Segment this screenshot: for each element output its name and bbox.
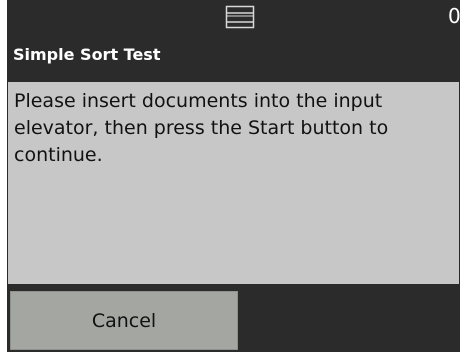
output-tray-icon [225, 5, 255, 29]
status-bar: 0 [7, 0, 461, 36]
cancel-button[interactable]: Cancel [10, 291, 238, 350]
dialog-title: Simple Sort Test [13, 45, 161, 64]
footer-bar: Cancel [7, 284, 460, 352]
document-counter: 0 [448, 4, 461, 28]
screen: 0 Simple Sort Test Please insert documen… [0, 0, 467, 354]
message-panel: Please insert documents into the input e… [8, 82, 459, 284]
device-display: 0 Simple Sort Test Please insert documen… [7, 0, 461, 352]
instruction-message: Please insert documents into the input e… [14, 90, 389, 166]
